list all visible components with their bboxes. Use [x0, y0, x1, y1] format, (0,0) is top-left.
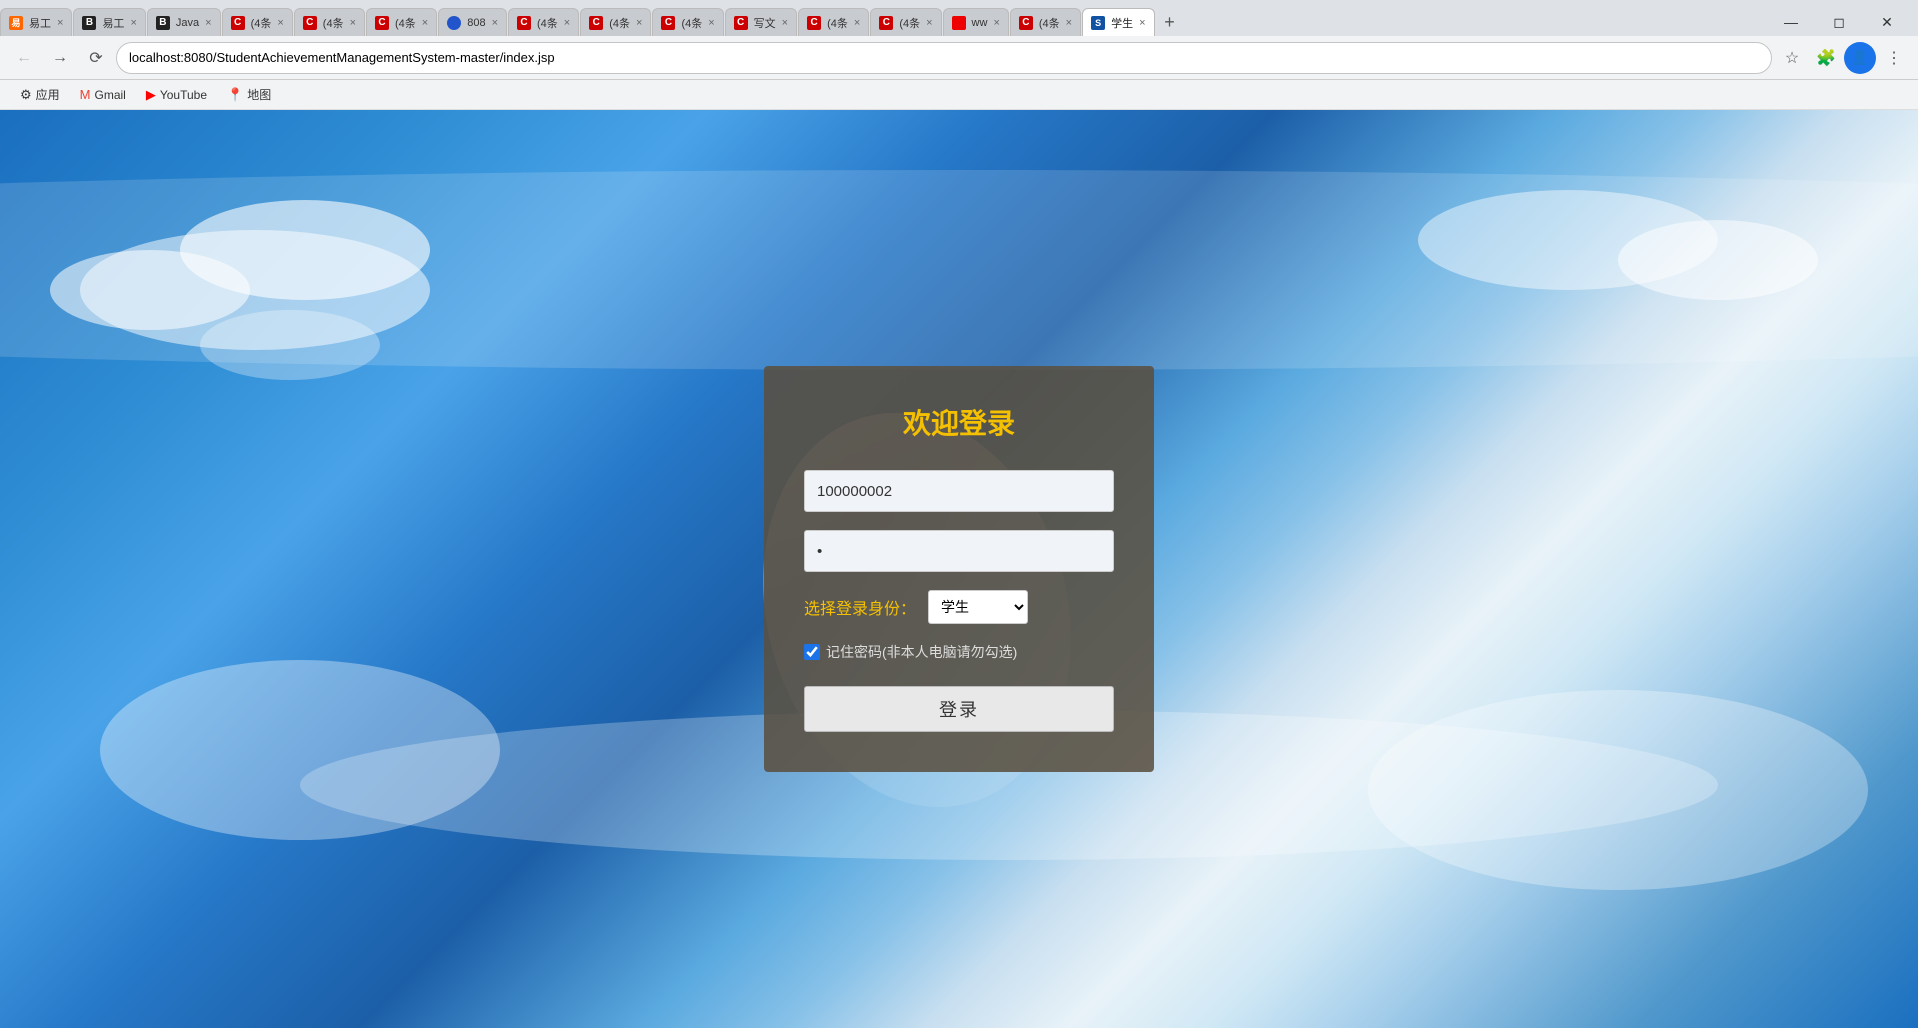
apps-icon: ⚙ — [20, 87, 32, 103]
tab-close[interactable]: × — [926, 17, 932, 29]
tab-c3[interactable]: C (4条 × — [366, 8, 437, 36]
tab-808[interactable]: 808 × — [438, 8, 507, 36]
tab-close[interactable]: × — [782, 17, 788, 29]
page-content: 欢迎登录 选择登录身份： 学生 教师 管理员 记住密码( — [0, 110, 1918, 1028]
bookmark-maps-label: 地图 — [247, 86, 271, 103]
bookmark-gmail[interactable]: M Gmail — [72, 84, 134, 105]
refresh-button[interactable]: ⟳ — [80, 42, 112, 74]
minimize-button[interactable]: — — [1768, 8, 1814, 36]
browser-frame: 易 易工 × B 易工 × B Java × C (4条 × C (4条 × C… — [0, 0, 1918, 1028]
tab-close[interactable]: × — [205, 17, 211, 29]
tab-label: 写文 — [754, 15, 776, 31]
tab-close[interactable]: × — [1139, 17, 1145, 29]
tab-close[interactable]: × — [1066, 17, 1072, 29]
url-input[interactable]: localhost:8080/StudentAchievementManagem… — [129, 50, 1759, 65]
tab-label: ww — [972, 17, 988, 29]
bookmark-maps[interactable]: 📍 地图 — [219, 83, 279, 106]
tab-write[interactable]: C 写文 × — [725, 8, 797, 36]
address-bar-row: ← → ⟳ localhost:8080/StudentAchievementM… — [0, 36, 1918, 80]
bookmark-apps-label: 应用 — [36, 86, 60, 103]
tab-close[interactable]: × — [492, 17, 498, 29]
tab-label: Java — [176, 17, 199, 29]
window-controls: — ◻ ✕ — [1768, 8, 1918, 36]
tab-close[interactable]: × — [57, 17, 63, 29]
tab-close[interactable]: × — [636, 17, 642, 29]
role-label: 选择登录身份： — [804, 595, 916, 619]
bookmark-star-icon[interactable]: ☆ — [1776, 42, 1808, 74]
username-field — [804, 470, 1114, 512]
tab-c2[interactable]: C (4条 × — [294, 8, 365, 36]
tab-close[interactable]: × — [708, 17, 714, 29]
tab-label: 808 — [467, 17, 485, 29]
tab-label: (4条 — [251, 15, 272, 31]
remember-label[interactable]: 记住密码(非本人电脑请勿勾选) — [826, 642, 1017, 662]
tab-label: (4条 — [537, 15, 558, 31]
tab-c9[interactable]: C (4条 × — [1010, 8, 1081, 36]
tab-close[interactable]: × — [422, 17, 428, 29]
login-container: 欢迎登录 选择登录身份： 学生 教师 管理员 记住密码( — [764, 366, 1154, 772]
tab-label: (4条 — [899, 15, 920, 31]
tab-label: 易工 — [102, 15, 124, 31]
bookmark-apps[interactable]: ⚙ 应用 — [12, 83, 68, 106]
username-input[interactable] — [804, 470, 1114, 512]
remember-row: 记住密码(非本人电脑请勿勾选) — [804, 642, 1114, 662]
toolbar-icons: ☆ 🧩 👤 ⋮ — [1776, 42, 1910, 74]
bookmarks-bar: ⚙ 应用 M Gmail ▶ YouTube 📍 地图 — [0, 80, 1918, 110]
back-button[interactable]: ← — [8, 42, 40, 74]
bookmark-youtube[interactable]: ▶ YouTube — [138, 84, 215, 106]
login-title: 欢迎登录 — [804, 402, 1114, 442]
role-row: 选择登录身份： 学生 教师 管理员 — [804, 590, 1114, 624]
bookmark-youtube-label: YouTube — [160, 88, 207, 102]
bookmark-gmail-label: Gmail — [95, 88, 126, 102]
password-field — [804, 530, 1114, 572]
tab-c5[interactable]: C (4条 × — [580, 8, 651, 36]
tab-c1[interactable]: C (4条 × — [222, 8, 293, 36]
remember-checkbox[interactable] — [804, 644, 820, 660]
tab-yi1[interactable]: 易 易工 × — [0, 8, 72, 36]
address-bar[interactable]: localhost:8080/StudentAchievementManagem… — [116, 42, 1772, 74]
tab-java[interactable]: B Java × — [147, 8, 221, 36]
tab-ww[interactable]: ww × — [943, 8, 1009, 36]
password-input[interactable] — [804, 530, 1114, 572]
tab-c7[interactable]: C (4条 × — [798, 8, 869, 36]
profile-icon[interactable]: 👤 — [1844, 42, 1876, 74]
menu-icon[interactable]: ⋮ — [1878, 42, 1910, 74]
tab-student-active[interactable]: S 学生 × — [1082, 8, 1154, 36]
tab-close[interactable]: × — [854, 17, 860, 29]
tab-yi2[interactable]: B 易工 × — [73, 8, 145, 36]
tab-label: 学生 — [1111, 15, 1133, 31]
tab-close[interactable]: × — [277, 17, 283, 29]
extensions-icon[interactable]: 🧩 — [1810, 42, 1842, 74]
new-tab-button[interactable]: + — [1156, 8, 1184, 36]
tab-close[interactable]: × — [993, 17, 999, 29]
login-button[interactable]: 登录 — [804, 686, 1114, 732]
youtube-icon: ▶ — [146, 87, 156, 103]
tab-label: (4条 — [609, 15, 630, 31]
tab-label: (4条 — [827, 15, 848, 31]
tab-label: (4条 — [395, 15, 416, 31]
tab-c4[interactable]: C (4条 × — [508, 8, 579, 36]
gmail-icon: M — [80, 87, 91, 102]
role-select[interactable]: 学生 教师 管理员 — [928, 590, 1028, 624]
tab-bar: 易 易工 × B 易工 × B Java × C (4条 × C (4条 × C… — [0, 0, 1918, 36]
tab-close[interactable]: × — [564, 17, 570, 29]
tab-label: (4条 — [323, 15, 344, 31]
tab-c8[interactable]: C (4条 × — [870, 8, 941, 36]
tab-label: 易工 — [29, 15, 51, 31]
close-button[interactable]: ✕ — [1864, 8, 1910, 36]
tab-close[interactable]: × — [350, 17, 356, 29]
tab-label: (4条 — [1039, 15, 1060, 31]
tab-c6[interactable]: C (4条 × — [652, 8, 723, 36]
maps-icon: 📍 — [227, 87, 243, 103]
maximize-button[interactable]: ◻ — [1816, 8, 1862, 36]
tab-label: (4条 — [681, 15, 702, 31]
forward-button[interactable]: → — [44, 42, 76, 74]
tab-close[interactable]: × — [130, 17, 136, 29]
